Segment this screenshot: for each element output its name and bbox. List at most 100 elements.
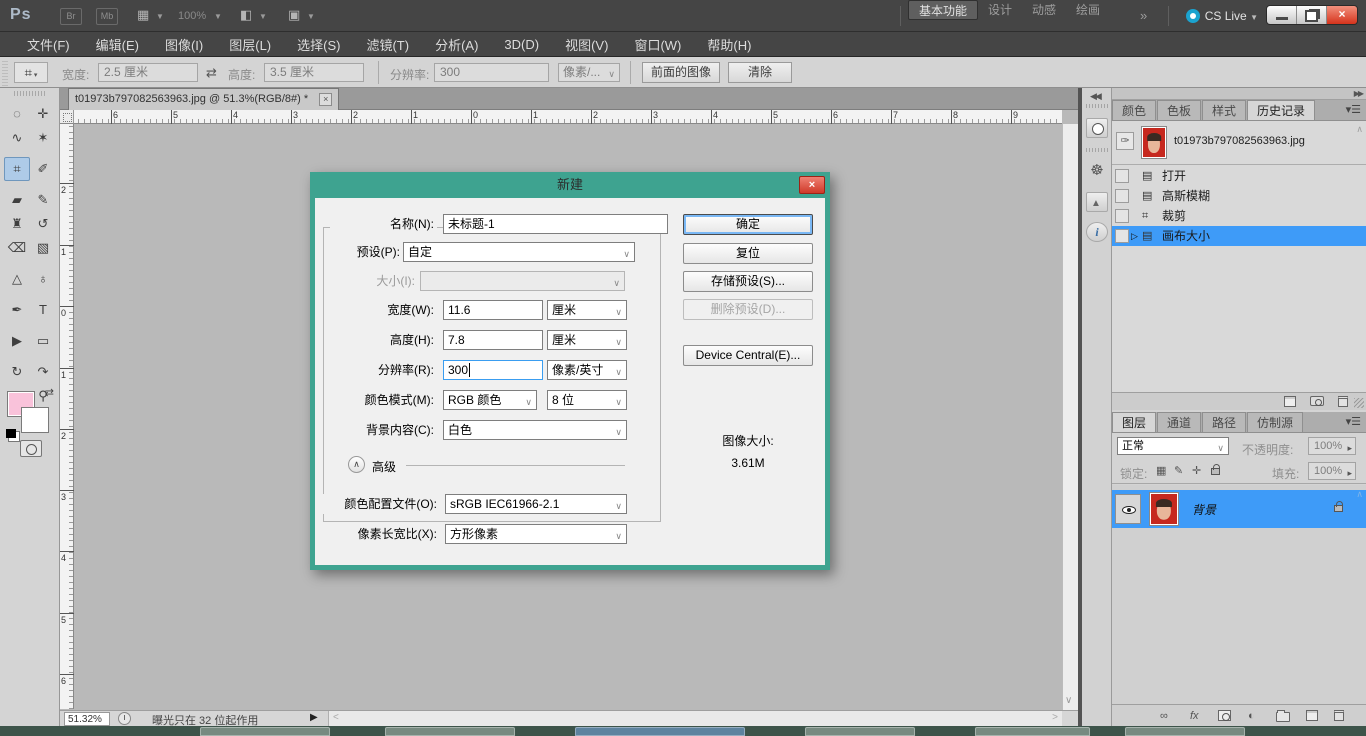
swap-dimensions-icon[interactable]: ⇄ <box>206 65 217 81</box>
history-brush-tool[interactable]: ↺ <box>30 212 56 236</box>
ok-button[interactable]: 确定 <box>683 214 813 235</box>
restore-button[interactable] <box>1297 6 1327 24</box>
workspace-button[interactable]: 设计 <box>978 0 1022 20</box>
panel-tab[interactable]: 仿制源 <box>1247 412 1303 432</box>
resolution-input[interactable]: 300 <box>443 360 543 380</box>
workspace-button[interactable]: 动感 <box>1022 0 1066 20</box>
menu-item[interactable]: 图像(I) <box>152 35 216 54</box>
history-step[interactable]: ▷ ▤ 画布大小 <box>1112 226 1366 246</box>
taskbar-button[interactable] <box>975 727 1090 736</box>
history-source-well[interactable] <box>1115 209 1129 223</box>
taskbar-button[interactable] <box>805 727 915 736</box>
tab-close-icon[interactable]: × <box>319 93 332 106</box>
dodge-tool[interactable]: ♁ <box>30 267 56 291</box>
blend-mode-dropdown[interactable]: 正常∨ <box>1117 437 1229 455</box>
adjustment-layer-icon[interactable]: ◐ <box>1248 710 1255 722</box>
add-layer-mask-icon[interactable] <box>1218 710 1231 721</box>
layer-name[interactable]: 背景 <box>1192 501 1216 518</box>
lock-transparency-icon[interactable]: ▦ <box>1156 464 1166 477</box>
status-menu-arrow-icon[interactable]: ▶ <box>310 712 318 723</box>
arrange-documents-caret-icon[interactable]: ▼ <box>259 12 267 21</box>
new-snapshot-icon[interactable] <box>1310 396 1324 406</box>
crop-resolution-input[interactable]: 300 <box>434 63 549 82</box>
close-button[interactable]: × <box>1327 6 1357 24</box>
panel-tab[interactable]: 历史记录 <box>1247 100 1315 120</box>
height-unit-dropdown[interactable]: 厘米∨ <box>547 330 627 350</box>
panel-resize-grip[interactable] <box>1354 398 1364 408</box>
menu-item[interactable]: 选择(S) <box>284 35 353 54</box>
menu-item[interactable]: 分析(A) <box>422 35 491 54</box>
history-source-well[interactable] <box>1115 189 1129 203</box>
cslive-button[interactable]: CS Live ▼ <box>1186 6 1258 26</box>
dialog-close-button[interactable]: × <box>799 176 825 194</box>
layer-row-background[interactable]: 背景 <box>1112 490 1366 528</box>
arrange-documents-icon[interactable]: ◧ <box>240 7 252 23</box>
menu-item[interactable]: 文件(F) <box>14 35 83 54</box>
new-group-icon[interactable] <box>1276 712 1290 722</box>
history-source-well[interactable] <box>1115 229 1129 243</box>
taskbar-button[interactable] <box>385 727 515 736</box>
width-unit-dropdown[interactable]: 厘米∨ <box>547 300 627 320</box>
scroll-right-icon[interactable]: > <box>1052 712 1058 723</box>
resolution-unit-dropdown[interactable]: 像素/...∨ <box>558 63 620 82</box>
menu-item[interactable]: 滤镜(T) <box>353 35 422 54</box>
delete-state-icon[interactable] <box>1338 396 1348 407</box>
eyedropper-tool[interactable]: ✐ <box>30 157 56 181</box>
taskbar-button[interactable] <box>1125 727 1245 736</box>
history-brush-source-icon[interactable]: ✑ <box>1116 132 1134 150</box>
lasso-tool[interactable]: ∿ <box>4 126 30 150</box>
fill-input[interactable]: 100%▸ <box>1308 462 1356 480</box>
eye-icon[interactable] <box>1122 506 1136 514</box>
move-tool[interactable]: ✛ <box>30 102 56 126</box>
snapshot-thumbnail[interactable] <box>1142 127 1166 158</box>
crop-tool[interactable]: ⌗ <box>4 157 30 181</box>
resolution-unit-dropdown[interactable]: 像素/英寸∨ <box>547 360 627 380</box>
3d-roll-tool[interactable]: ↷ <box>30 360 56 384</box>
eraser-tool[interactable]: ⌫ <box>4 236 30 260</box>
view-extras-icon[interactable]: ▦ <box>137 7 149 23</box>
3d-rotate-tool[interactable]: ↻ <box>4 360 30 384</box>
menu-item[interactable]: 图层(L) <box>216 35 284 54</box>
type-tool[interactable]: T <box>30 298 56 322</box>
workspace-more-button[interactable]: » <box>1130 6 1157 26</box>
layer-style-icon[interactable]: fx <box>1190 710 1199 722</box>
delete-layer-icon[interactable] <box>1334 710 1344 721</box>
workspace-button[interactable]: 基本功能 <box>908 0 978 20</box>
vertical-scrollbar[interactable]: ∨ <box>1062 124 1078 710</box>
history-step[interactable]: ▤ 高斯模糊 <box>1112 186 1366 206</box>
save-preset-button[interactable]: 存储预设(S)... <box>683 271 813 292</box>
pen-tool[interactable]: ✒ <box>4 298 30 322</box>
screen-mode-icon[interactable]: ▣ <box>288 7 300 23</box>
background-contents-dropdown[interactable]: 白色∨ <box>443 420 627 440</box>
sharpen-tool[interactable]: △ <box>4 267 30 291</box>
tool-preset-picker[interactable]: ⌗ ▾ <box>14 62 48 83</box>
visibility-well[interactable] <box>1115 494 1141 524</box>
panel-tab[interactable]: 通道 <box>1157 412 1201 432</box>
clear-button[interactable]: 清除 <box>728 62 792 83</box>
rectangle-tool[interactable]: ▭ <box>30 329 56 353</box>
panel-tab[interactable]: 路径 <box>1202 412 1246 432</box>
lock-image-icon[interactable]: ✎ <box>1174 464 1183 477</box>
color-mode-dropdown[interactable]: RGB 颜色∨ <box>443 390 537 410</box>
masks-panel-icon[interactable] <box>1086 118 1108 138</box>
zoom-level-dropdown[interactable]: 100% <box>178 10 206 22</box>
panel-tab[interactable]: 样式 <box>1202 100 1246 120</box>
background-color-swatch[interactable] <box>22 408 48 432</box>
adjustments-panel-icon[interactable]: ☸ <box>1086 162 1108 182</box>
history-step[interactable]: ⌗ 裁剪 <box>1112 206 1366 226</box>
opacity-input[interactable]: 100%▸ <box>1308 437 1356 455</box>
scroll-left-icon[interactable]: < <box>333 712 339 723</box>
workspace-button[interactable]: 绘画 <box>1066 0 1110 20</box>
menu-item[interactable]: 视图(V) <box>552 35 621 54</box>
dialog-title[interactable]: 新建 <box>310 172 830 198</box>
horizontal-scrollbar[interactable]: < > <box>328 711 1062 727</box>
panel-tab[interactable]: 色板 <box>1157 100 1201 120</box>
crop-width-input[interactable]: 2.5 厘米 <box>98 63 198 82</box>
document-tab[interactable]: t01973b797082563963.jpg @ 51.3%(RGB/8#) … <box>68 88 339 110</box>
vertical-ruler[interactable]: 210123456 <box>60 124 74 709</box>
magic-wand-tool[interactable]: ✶ <box>30 126 56 150</box>
panel-tab[interactable]: 图层 <box>1112 412 1156 432</box>
history-snapshot-row[interactable]: ✑ t01973b797082563963.jpg <box>1112 124 1366 162</box>
panel-menu-icon[interactable]: ▾☰ <box>1346 103 1361 116</box>
height-input[interactable]: 7.8 <box>443 330 543 350</box>
